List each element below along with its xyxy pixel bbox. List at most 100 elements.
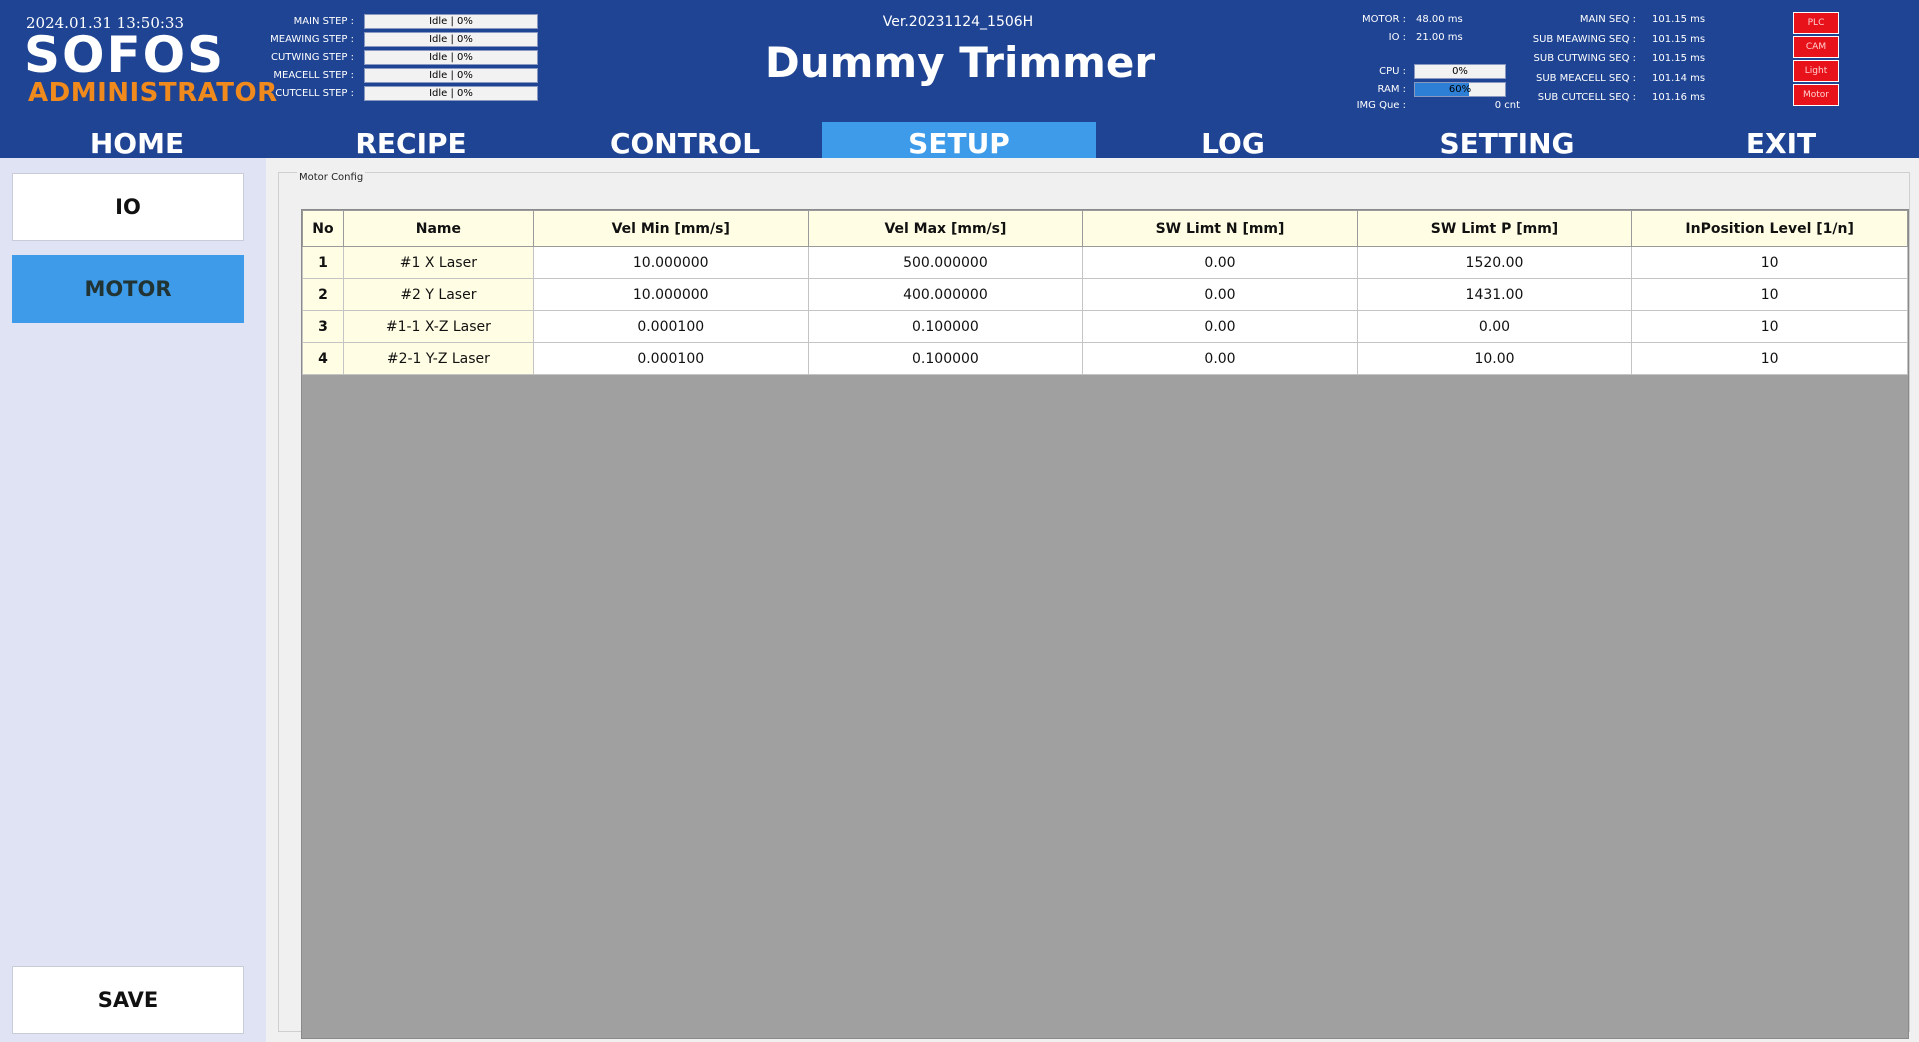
seq-label: MAIN SEQ : xyxy=(1579,14,1636,26)
step-row: MAIN STEP : Idle | 0% xyxy=(250,12,538,30)
tab-exit[interactable]: EXIT xyxy=(1644,122,1918,158)
motor-config-grid[interactable]: No Name Vel Min [mm/s] Vel Max [mm/s] SW… xyxy=(301,209,1909,1039)
column-header[interactable]: Name xyxy=(342,210,534,247)
table-row[interactable]: 1 #1 X Laser 10.000000 500.000000 0.00 1… xyxy=(302,246,1908,279)
resource-panel: CPU : 0% RAM : 60% xyxy=(1340,62,1506,98)
tab-control[interactable]: CONTROL xyxy=(548,122,822,158)
status-indicators: PLC CAM Light Motor xyxy=(1793,12,1839,108)
version-label: Ver.20231124_1506H xyxy=(882,14,1034,30)
cell-inposition[interactable]: 10 xyxy=(1631,246,1908,279)
seq-label: SUB MEAWING SEQ : xyxy=(1532,33,1636,45)
cell-name[interactable]: #1-1 X-Z Laser xyxy=(342,310,534,343)
timing-label: MOTOR : xyxy=(1362,13,1406,25)
step-row: MEACELL STEP : Idle | 0% xyxy=(250,66,538,84)
step-status-panel: MAIN STEP : Idle | 0% MEAWING STEP : Idl… xyxy=(250,12,538,102)
motor-config-group: Motor Config No Name Vel Min [mm/s] Vel … xyxy=(278,172,1910,1039)
motor-table: No Name Vel Min [mm/s] Vel Max [mm/s] SW… xyxy=(302,210,1908,375)
column-header[interactable]: SW Limt N [mm] xyxy=(1082,210,1358,247)
seq-row: SUB CUTWING SEQ : 101.15 ms xyxy=(1520,49,1722,69)
motor-indicator: Motor xyxy=(1793,84,1839,106)
seq-value: 101.15 ms xyxy=(1652,33,1706,45)
cell-vel-max[interactable]: 400.000000 xyxy=(807,278,1084,311)
cell-no[interactable]: 2 xyxy=(302,278,344,311)
tab-log[interactable]: LOG xyxy=(1096,122,1370,158)
step-value: Idle | 0% xyxy=(364,49,538,65)
cell-vel-max[interactable]: 0.100000 xyxy=(807,310,1084,343)
cell-no[interactable]: 3 xyxy=(302,310,344,343)
step-label: MEACELL STEP : xyxy=(273,69,354,81)
group-title: Motor Config xyxy=(297,172,366,183)
table-row[interactable]: 4 #2-1 Y-Z Laser 0.000100 0.100000 0.00 … xyxy=(302,342,1908,375)
table-row[interactable]: 3 #1-1 X-Z Laser 0.000100 0.100000 0.00 … xyxy=(302,310,1908,343)
io-button[interactable]: IO xyxy=(12,173,244,241)
sequence-panel: MAIN SEQ : 101.15 ms SUB MEAWING SEQ : 1… xyxy=(1520,10,1722,108)
cell-sw-limit-n[interactable]: 0.00 xyxy=(1082,246,1358,279)
cell-vel-min[interactable]: 10.000000 xyxy=(532,278,809,311)
cell-sw-limit-p[interactable]: 0.00 xyxy=(1356,310,1633,343)
tab-setting[interactable]: SETTING xyxy=(1370,122,1644,158)
tab-home[interactable]: HOME xyxy=(0,122,274,158)
cell-inposition[interactable]: 10 xyxy=(1631,342,1908,375)
cell-sw-limit-p[interactable]: 10.00 xyxy=(1356,342,1633,375)
cell-no[interactable]: 4 xyxy=(302,342,344,375)
seq-row: SUB CUTCELL SEQ : 101.16 ms xyxy=(1520,88,1722,108)
column-header[interactable]: InPosition Level [1/n] xyxy=(1631,210,1908,247)
timing-row: MOTOR : 48.00 ms xyxy=(1340,10,1486,28)
tab-setup[interactable]: SETUP xyxy=(822,122,1096,158)
app-title: Dummy Trimmer xyxy=(764,38,1156,87)
timing-value: 21.00 ms xyxy=(1416,31,1463,43)
cell-name[interactable]: #1 X Laser xyxy=(342,246,534,279)
cell-sw-limit-n[interactable]: 0.00 xyxy=(1082,342,1358,375)
step-value: Idle | 0% xyxy=(364,85,538,101)
header-bar: 2024.01.31 13:50:33 SOFOS ADMINISTRATOR … xyxy=(0,0,1919,158)
img-queue: IMG Que : 0 cnt xyxy=(1340,100,1520,111)
cpu-label: CPU : xyxy=(1379,65,1406,77)
motor-button[interactable]: MOTOR xyxy=(12,255,244,323)
timing-value: 48.00 ms xyxy=(1416,13,1463,25)
ram-label: RAM : xyxy=(1377,83,1406,95)
column-header[interactable]: SW Limt P [mm] xyxy=(1356,210,1633,247)
cell-vel-max[interactable]: 500.000000 xyxy=(807,246,1084,279)
seq-label: SUB CUTWING SEQ : xyxy=(1533,53,1636,65)
seq-label: SUB MEACELL SEQ : xyxy=(1535,72,1636,84)
img-queue-label: IMG Que : xyxy=(1356,100,1406,111)
company-logo: SOFOS xyxy=(24,26,226,84)
step-row: MEAWING STEP : Idle | 0% xyxy=(250,30,538,48)
step-label: CUTWING STEP : xyxy=(270,51,354,63)
cpu-row: CPU : 0% xyxy=(1340,62,1506,80)
step-label: MEAWING STEP : xyxy=(270,33,354,45)
cell-vel-min[interactable]: 0.000100 xyxy=(532,342,809,375)
cell-sw-limit-n[interactable]: 0.00 xyxy=(1082,310,1358,343)
cpu-value: 0% xyxy=(1452,65,1468,77)
cell-vel-min[interactable]: 0.000100 xyxy=(532,310,809,343)
sidebar: IO MOTOR SAVE xyxy=(0,158,266,1042)
cell-vel-max[interactable]: 0.100000 xyxy=(807,342,1084,375)
seq-value: 101.15 ms xyxy=(1652,14,1706,26)
cell-inposition[interactable]: 10 xyxy=(1631,310,1908,343)
table-row[interactable]: 2 #2 Y Laser 10.000000 400.000000 0.00 1… xyxy=(302,278,1908,311)
img-queue-value: 0 cnt xyxy=(1494,100,1520,111)
cell-sw-limit-p[interactable]: 1431.00 xyxy=(1356,278,1633,311)
column-header[interactable]: No xyxy=(302,210,344,247)
timing-panel: MOTOR : 48.00 ms IO : 21.00 ms xyxy=(1340,10,1486,46)
cell-name[interactable]: #2-1 Y-Z Laser xyxy=(342,342,534,375)
step-value: Idle | 0% xyxy=(364,31,538,47)
save-button[interactable]: SAVE xyxy=(12,966,244,1034)
cell-vel-min[interactable]: 10.000000 xyxy=(532,246,809,279)
timing-label: IO : xyxy=(1388,31,1406,43)
column-header[interactable]: Vel Min [mm/s] xyxy=(532,210,809,247)
ram-row: RAM : 60% xyxy=(1340,80,1506,98)
step-value: Idle | 0% xyxy=(364,13,538,29)
cell-no[interactable]: 1 xyxy=(302,246,344,279)
light-indicator: Light xyxy=(1793,60,1839,82)
cell-sw-limit-p[interactable]: 1520.00 xyxy=(1356,246,1633,279)
seq-row: SUB MEAWING SEQ : 101.15 ms xyxy=(1520,30,1722,50)
tab-recipe[interactable]: RECIPE xyxy=(274,122,548,158)
cell-sw-limit-n[interactable]: 0.00 xyxy=(1082,278,1358,311)
cell-name[interactable]: #2 Y Laser xyxy=(342,278,534,311)
column-header[interactable]: Vel Max [mm/s] xyxy=(807,210,1084,247)
step-value: Idle | 0% xyxy=(364,67,538,83)
cam-indicator: CAM xyxy=(1793,36,1839,58)
cell-inposition[interactable]: 10 xyxy=(1631,278,1908,311)
plc-indicator: PLC xyxy=(1793,12,1839,34)
